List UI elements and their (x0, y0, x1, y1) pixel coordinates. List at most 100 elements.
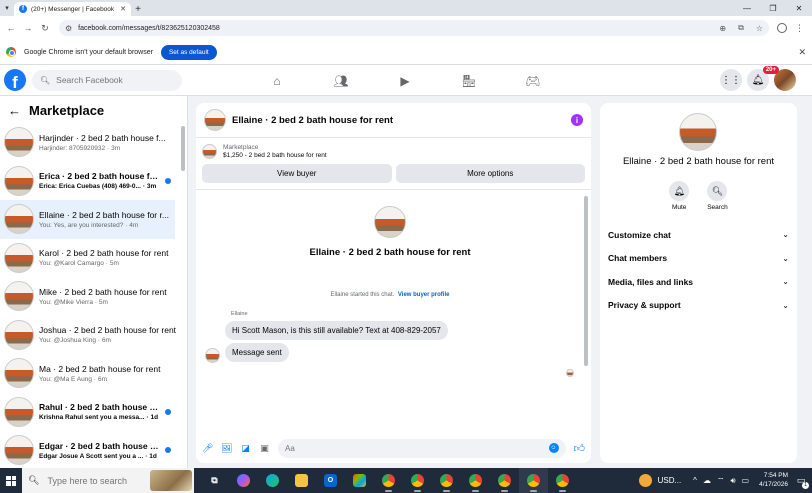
composer-field[interactable]: ☺ (278, 438, 566, 458)
chrome-window-icon[interactable] (519, 468, 548, 493)
sticker-icon[interactable]: ◪ (240, 443, 251, 454)
chrome-window-icon[interactable] (432, 468, 461, 493)
back-icon[interactable]: ← (4, 21, 18, 35)
conversation-list-scrollbar[interactable] (181, 126, 185, 171)
search-in-chat-button[interactable]: 🔍︎ Search (707, 181, 728, 211)
menu-label: Privacy & support (608, 300, 681, 311)
chrome-window-icon[interactable] (490, 468, 519, 493)
notification-center-icon[interactable]: ▭ 1 (794, 474, 809, 489)
chat-members-item[interactable]: Chat members ⌄ (600, 247, 797, 271)
conversation-item-ma[interactable]: Ma · 2 bed 2 bath house for rent You: @M… (0, 354, 187, 393)
message-bubble[interactable]: Hi Scott Mason, is this still available?… (225, 321, 448, 340)
task-view-icon[interactable]: ⧉ (200, 468, 229, 493)
close-window-icon[interactable]: ✕ (786, 0, 812, 16)
taskbar-search-input[interactable] (47, 475, 158, 486)
photo-icon[interactable]: 🖼︎ (221, 443, 232, 454)
currency-widget[interactable]: USD... (658, 476, 682, 485)
view-buyer-button[interactable]: View buyer (202, 164, 392, 183)
menu-label: Customize chat (608, 229, 671, 240)
listing-summary[interactable]: Marketplace $1,250 - 2 bed 2 bath house … (196, 138, 591, 164)
thread-scrollbar[interactable] (584, 196, 588, 366)
message-input[interactable] (285, 443, 549, 453)
taskbar-search[interactable]: 🔍︎ (22, 468, 194, 493)
chevron-up-icon[interactable]: ^ (693, 476, 697, 485)
reload-icon[interactable]: ↻ (38, 21, 52, 35)
bookmark-star-icon[interactable]: ☆ (756, 24, 763, 33)
chat-title[interactable]: Ellaine · 2 bed 2 bath house for rent (232, 115, 565, 126)
install-icon[interactable]: ⧉ (738, 23, 744, 33)
back-arrow-icon[interactable]: ← (8, 103, 21, 118)
listing-thumbnail (4, 127, 34, 158)
conversation-item-erica[interactable]: Erica · 2 bed 2 bath house for r... Eric… (0, 162, 187, 201)
tab-search-icon[interactable]: ▾ (0, 0, 14, 16)
infobar-close-icon[interactable]: ✕ (798, 47, 806, 58)
facebook-search-input[interactable] (56, 75, 167, 85)
conversation-item-karol[interactable]: Karol · 2 bed 2 bath house for rent You:… (0, 239, 187, 278)
zoom-icon[interactable]: ⊕ (719, 24, 726, 33)
chrome-window-icon[interactable] (461, 468, 490, 493)
conversation-item-harjinder[interactable]: Harjinder · 2 bed 2 bath house f... Harj… (0, 123, 187, 162)
conversation-snippet: Krishna Rahul sent you a messa... (39, 414, 145, 422)
gif-icon[interactable]: ▣ (259, 443, 270, 454)
chrome-menu-icon[interactable]: ⋮ (795, 23, 804, 34)
mute-button[interactable]: 🔔︎ Mute (669, 181, 690, 211)
onedrive-icon[interactable]: ☁ (703, 476, 711, 485)
conversation-item-ellaine[interactable]: Ellaine · 2 bed 2 bath house for r... Yo… (0, 200, 175, 239)
outlook-icon[interactable]: O (316, 468, 345, 493)
start-button[interactable] (0, 468, 22, 493)
edge-icon[interactable] (258, 468, 287, 493)
customize-chat-item[interactable]: Customize chat ⌄ (600, 223, 797, 247)
more-options-button[interactable]: More options (395, 164, 585, 183)
media-files-links-item[interactable]: Media, files and links ⌄ (600, 270, 797, 294)
tab-close-icon[interactable]: ✕ (120, 5, 126, 13)
store-icon[interactable] (345, 468, 374, 493)
video-icon[interactable]: ▶ (373, 65, 437, 96)
message-sender-label: Ellaine (231, 311, 248, 317)
minimize-icon[interactable]: — (734, 0, 760, 16)
marketplace-icon[interactable]: 🏪︎ (437, 65, 501, 96)
microphone-icon[interactable]: 🎤︎ (202, 443, 213, 454)
friends-icon[interactable]: 👥︎ (309, 65, 373, 96)
battery-icon[interactable]: ▭ (742, 476, 750, 485)
site-info-icon[interactable]: ⚙ (65, 24, 72, 33)
file-explorer-icon[interactable] (287, 468, 316, 493)
privacy-support-item[interactable]: Privacy & support ⌄ (600, 294, 797, 318)
conversation-info-icon[interactable]: i (571, 114, 583, 126)
chrome-window-icon[interactable] (548, 468, 577, 493)
taskbar-apps: ⧉ O (200, 468, 577, 493)
set-as-default-button[interactable]: Set as default (160, 44, 217, 60)
listing-thumbnail (4, 204, 34, 235)
gaming-icon[interactable]: 🎮︎ (501, 65, 565, 96)
notification-count: 1 (802, 481, 809, 489)
taskbar-clock[interactable]: 7:54 PM 4/17/2026 (759, 472, 788, 489)
new-tab-icon[interactable]: + (131, 2, 145, 16)
conversation-snippet: Harjinder: 8705920932 · (39, 144, 110, 152)
conversation-item-joshua[interactable]: Joshua · 2 bed 2 bath house for rent You… (0, 316, 187, 355)
facebook-logo[interactable]: f (4, 69, 26, 91)
conversation-item-rahul[interactable]: Rahul · 2 bed 2 bath house for ... Krish… (0, 393, 187, 432)
chrome-window-icon[interactable] (374, 468, 403, 493)
forward-icon[interactable]: → (21, 21, 35, 35)
thumbs-up-icon[interactable]: 👍︎ (574, 442, 586, 455)
view-buyer-profile-link[interactable]: View buyer profile (398, 292, 450, 298)
address-bar[interactable]: ⚙ facebook.com/messages/t/82362512030245… (59, 20, 769, 36)
message-bubble[interactable]: Message sent (225, 343, 289, 362)
home-icon[interactable]: ⌂ (245, 65, 309, 96)
system-tray: USD... ^ ☁ ⌔ 🔊︎ ▭ 7:54 PM 4/17/2026 ▭ 1 (638, 468, 812, 493)
network-icon[interactable]: ⌔ (717, 476, 725, 486)
chat-avatar[interactable] (204, 109, 226, 131)
notifications-bell-icon[interactable]: 🔔︎ 20+ (747, 66, 779, 91)
url-text[interactable]: facebook.com/messages/t/823625120302458 (78, 25, 707, 32)
menu-grid-icon[interactable]: ⋮⋮ (720, 69, 742, 91)
volume-icon[interactable]: 🔊︎ (730, 476, 735, 486)
conversation-item-mike[interactable]: Mike · 2 bed 2 bath house for rent You: … (0, 277, 187, 316)
copilot-icon[interactable] (229, 468, 258, 493)
facebook-search[interactable]: 🔍︎ (32, 69, 182, 91)
emoji-icon[interactable]: ☺ (548, 443, 559, 453)
weather-icon[interactable] (638, 474, 652, 487)
chrome-window-icon[interactable] (403, 468, 432, 493)
conversation-item-edgar[interactable]: Edgar · 2 bed 2 bath house for ... Edgar… (0, 431, 187, 468)
profile-icon[interactable] (777, 23, 787, 33)
restore-icon[interactable]: ❐ (760, 0, 786, 16)
browser-tab-messenger[interactable]: f (20+) Messenger | Facebook ✕ (14, 2, 131, 16)
